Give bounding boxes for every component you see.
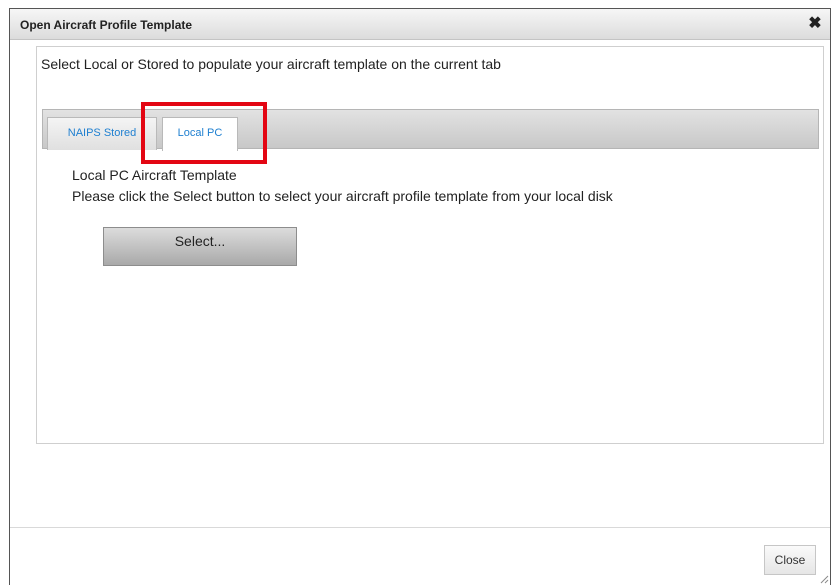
dialog-titlebar[interactable]: Open Aircraft Profile Template ✖ — [10, 9, 830, 40]
dialog-content: Select Local or Stored to populate your … — [36, 46, 824, 444]
close-button[interactable]: Close — [764, 545, 816, 575]
close-icon[interactable]: ✖ — [806, 15, 824, 33]
tab-local-pc[interactable]: Local PC — [162, 117, 238, 151]
dialog-title: Open Aircraft Profile Template — [20, 18, 193, 32]
open-aircraft-profile-dialog: Open Aircraft Profile Template ✖ Select … — [9, 8, 831, 585]
panel-title: Local PC Aircraft Template — [72, 167, 237, 183]
select-button[interactable]: Select... — [103, 227, 297, 266]
tab-bar: NAIPS Stored Local PC — [42, 109, 819, 151]
resize-grip-icon[interactable] — [819, 574, 829, 584]
tab-naips-stored[interactable]: NAIPS Stored — [47, 117, 157, 150]
instruction-text: Select Local or Stored to populate your … — [41, 56, 501, 72]
panel-description: Please click the Select button to select… — [72, 188, 613, 204]
footer-divider — [10, 527, 830, 528]
